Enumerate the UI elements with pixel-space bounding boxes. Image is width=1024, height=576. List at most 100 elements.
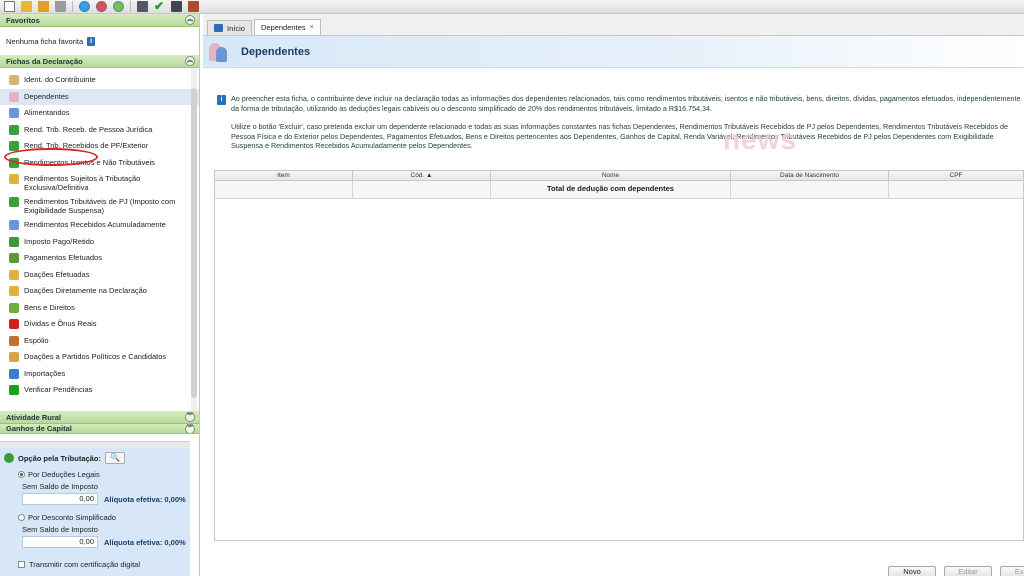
sidebar-item[interactable]: Rendimentos Sujeitos à Tributação Exclus… — [0, 171, 199, 194]
sidebar-item[interactable]: Rend. Trib. Receb. de Pessoa Jurídica — [0, 122, 199, 139]
sidebar-item[interactable]: Verificar Pendências — [0, 382, 199, 399]
collapse-up-icon[interactable]: ︽ — [185, 56, 195, 66]
simplificado-label: Por Desconto Simplificado — [28, 513, 116, 522]
person-icon — [9, 75, 19, 85]
highlight-circle — [4, 148, 98, 166]
total-cell-cpf — [889, 181, 1023, 198]
sidebar-item[interactable]: Importações — [0, 366, 199, 383]
main-toolbar: ✔ — [0, 0, 1024, 14]
sidebar-item[interactable]: Espólio — [0, 333, 199, 350]
calculator-icon[interactable] — [171, 1, 182, 12]
check-icon — [9, 385, 19, 395]
deducoes-option[interactable]: Por Deduções Legais — [0, 468, 190, 479]
fichas-scroll-thumb[interactable] — [191, 88, 197, 398]
globe-red-icon[interactable] — [96, 1, 107, 12]
col-cpf[interactable]: CPF — [889, 171, 1023, 180]
opcao-tributacao-label: Opção pela Tributação: — [18, 453, 101, 463]
sidebar-item-label: Alimentandos — [24, 108, 70, 117]
fichas-header[interactable]: Fichas da Declaração ︽ — [0, 55, 199, 68]
chest-icon — [9, 335, 19, 346]
main-content: Início Dependentes × Dependentes i Ao pr… — [203, 14, 1024, 576]
tab-inicio[interactable]: Início — [207, 20, 252, 35]
sidebar-item-label: Pagamentos Efetuados — [24, 253, 102, 262]
open-folder-icon[interactable] — [21, 1, 32, 12]
sidebar-item-label: Verificar Pendências — [24, 385, 93, 394]
novo-button[interactable]: Novo — [888, 566, 936, 576]
left-horizontal-scrollbar[interactable] — [0, 441, 190, 448]
info-icon[interactable]: i — [87, 36, 96, 46]
simplificado-value-row: 0,00 Alíquota efetiva: 0,00% — [0, 534, 190, 548]
sidebar-item[interactable]: Pagamentos Efetuados — [0, 250, 199, 267]
transmitir-row[interactable]: Transmitir com certificação digital — [0, 548, 190, 569]
close-icon[interactable]: × — [310, 20, 314, 35]
info-icon: i — [217, 95, 226, 105]
tab-dependentes[interactable]: Dependentes × — [253, 19, 321, 35]
transmitir-checkbox[interactable] — [18, 561, 25, 568]
check-icon[interactable]: ✔ — [154, 0, 165, 12]
atividade-rural-header[interactable]: Atividade Rural ︾ — [0, 411, 199, 424]
sidebar-item-label: Rend. Trib. Receb. de Pessoa Jurídica — [24, 124, 153, 134]
simplificado-option[interactable]: Por Desconto Simplificado — [0, 505, 190, 522]
tax-option-icon — [4, 453, 14, 463]
sidebar-item[interactable]: Bens e Direitos — [0, 300, 199, 317]
globe-icon[interactable] — [79, 1, 90, 12]
favoritos-body: Nenhuma ficha favorita i — [0, 27, 199, 55]
sidebar-item-label: Imposto Pago/Retido — [24, 236, 95, 246]
col-nome[interactable]: Nome — [491, 171, 731, 180]
sidebar-item-label: Rendimentos Recebidos Acumuladamente — [24, 220, 166, 229]
sidebar-item[interactable]: Rendimentos Tributáveis de PJ (Imposto c… — [0, 194, 199, 217]
total-label: Total de dedução com dependentes — [491, 181, 731, 198]
deducoes-radio[interactable] — [18, 471, 25, 478]
ganhos-capital-title: Ganhos de Capital — [6, 424, 72, 433]
dependents-icon — [209, 41, 229, 63]
sidebar-item[interactable]: Dependentes — [0, 88, 199, 105]
info-paragraph-1: Ao preencher esta ficha, o contribuinte … — [231, 94, 1021, 113]
vote-icon — [9, 352, 19, 362]
dependents-icon — [9, 91, 19, 102]
money-doc-icon — [9, 174, 19, 184]
favoritos-empty-text: Nenhuma ficha favorita — [6, 36, 84, 46]
expand-down-icon[interactable]: ︾ — [185, 412, 195, 422]
sidebar-item-label: Rendimentos Sujeitos à Tributação Exclus… — [24, 174, 141, 192]
col-data-nascimento[interactable]: Data de Nascimento — [731, 171, 889, 180]
sidebar-item[interactable]: Rendimentos Recebidos Acumuladamente — [0, 217, 199, 234]
editar-button[interactable]: Editar — [944, 566, 992, 576]
gift-icon — [9, 269, 19, 280]
excluir-button[interactable]: Exclu — [1000, 566, 1024, 576]
sidebar-item-label: Espólio — [24, 335, 49, 345]
house-money-icon — [9, 302, 19, 313]
magnifier-icon[interactable]: 🔍 — [104, 452, 125, 464]
sidebar-item[interactable]: Dívidas e Ônus Reais — [0, 316, 199, 333]
sidebar-item[interactable]: Alimentandos — [0, 105, 199, 122]
tributacao-panel: Opção pela Tributação: 🔍 Por Deduções Le… — [0, 448, 190, 576]
printer-icon[interactable] — [137, 1, 148, 12]
coin-icon — [9, 236, 19, 247]
sidebar-item-label: Dependentes — [24, 91, 69, 101]
book-icon[interactable] — [188, 1, 199, 12]
atividade-rural-title: Atividade Rural — [6, 413, 62, 422]
sidebar-item[interactable]: Imposto Pago/Retido — [0, 234, 199, 251]
table-total-row: Total de dedução com dependentes — [215, 181, 1023, 199]
earth-icon[interactable] — [113, 1, 124, 12]
tab-bar: Início Dependentes × — [203, 14, 1024, 36]
deducoes-aliquota: Alíquota efetiva: 0,00% — [104, 494, 186, 504]
sidebar-item-label: Doações Efetuadas — [24, 269, 90, 279]
simplificado-radio[interactable] — [18, 514, 25, 521]
ganhos-capital-header[interactable]: Ganhos de Capital ︾ — [0, 424, 199, 434]
expand-down-icon[interactable]: ︾ — [185, 424, 195, 433]
sidebar-item[interactable]: Ident. do Contribuinte — [0, 72, 199, 89]
save-icon[interactable] — [38, 1, 49, 12]
sidebar-item[interactable]: Doações Efetuadas — [0, 267, 199, 284]
collapse-up-icon[interactable]: ︽ — [185, 15, 195, 25]
table-header: Item Cód. ▲ Nome Data de Nascimento CPF — [215, 171, 1023, 181]
favoritos-header[interactable]: Favoritos ︽ — [0, 14, 199, 27]
new-doc-icon[interactable] — [4, 1, 15, 12]
sidebar-item[interactable]: Doações a Partidos Políticos e Candidato… — [0, 349, 199, 366]
col-codigo[interactable]: Cód. ▲ — [353, 171, 491, 180]
trash-icon[interactable] — [55, 1, 66, 12]
col-item[interactable]: Item — [215, 171, 353, 180]
page-title: Dependentes — [241, 45, 311, 58]
people-icon — [9, 108, 19, 118]
sidebar-item[interactable]: Doações Diretamente na Declaração — [0, 283, 199, 300]
money-building-icon — [9, 124, 19, 135]
